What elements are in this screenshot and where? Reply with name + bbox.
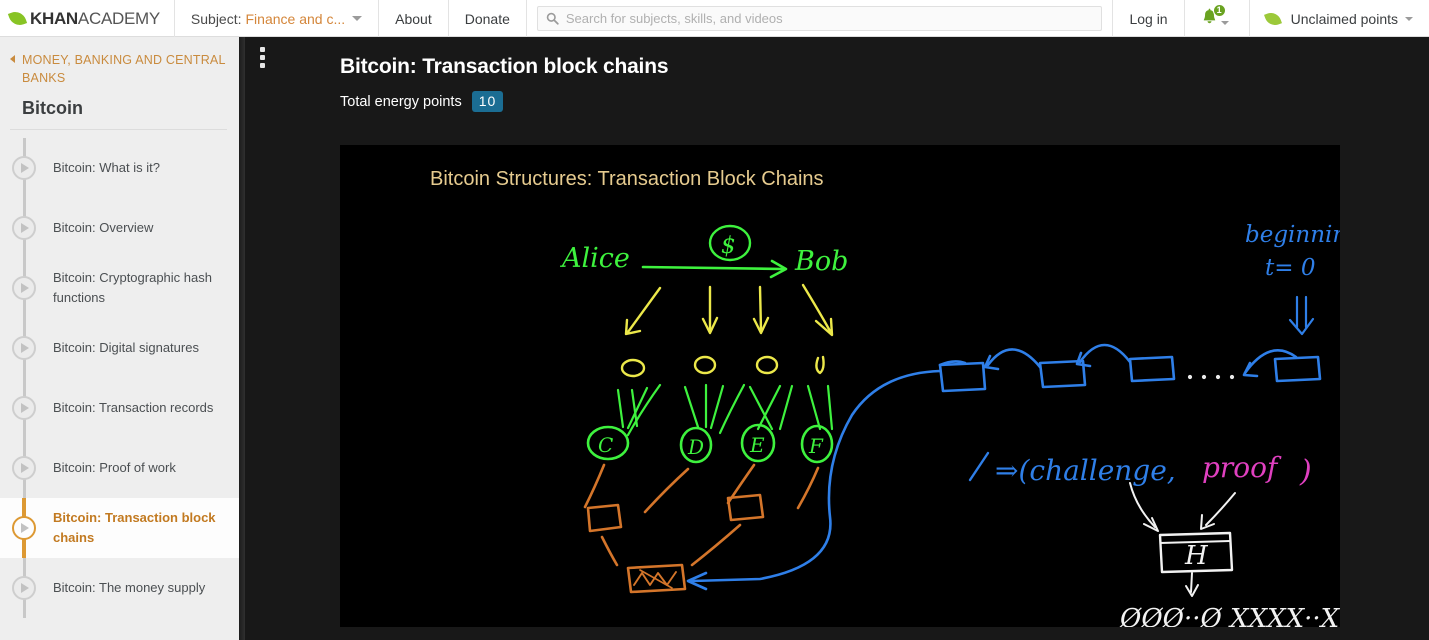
play-icon: [12, 396, 36, 421]
search-input[interactable]: [565, 11, 1094, 26]
energy-points-row: Total energy points 10: [340, 91, 1429, 112]
lesson-list: Bitcoin: What is it? Bitcoin: Overview Bit…: [0, 138, 239, 619]
label-alice: Alice: [559, 243, 630, 274]
tree-node-c: C: [598, 433, 613, 457]
course-sidebar: MONEY, BANKING AND CENTRAL BANKS Bitcoin…: [0, 37, 239, 640]
play-triangle-icon: [21, 403, 29, 414]
chevron-left-icon: [10, 55, 15, 63]
divider: [10, 129, 227, 131]
sidebar-item-0[interactable]: Bitcoin: What is it?: [0, 138, 239, 199]
content-header: Bitcoin: Transaction block chains Total …: [245, 37, 1429, 112]
unclaimed-points-label: Unclaimed points: [1290, 10, 1398, 27]
tree-node-e: E: [749, 433, 765, 457]
label-proof: proof: [1202, 451, 1282, 484]
sidebar-item-label: Bitcoin: Transaction block chains: [53, 510, 216, 546]
play-icon: [12, 516, 36, 541]
subject-dropdown[interactable]: Subject: Finance and c...: [175, 0, 380, 37]
play-icon: [12, 276, 36, 301]
about-label: About: [395, 10, 432, 27]
label-bob: Bob: [794, 246, 848, 277]
leaf-icon: [7, 8, 28, 29]
breadcrumb[interactable]: MONEY, BANKING AND CENTRAL BANKS: [10, 51, 227, 87]
video-title: Bitcoin: Transaction block chains: [340, 55, 669, 78]
donate-link[interactable]: Donate: [449, 0, 527, 37]
energy-points-label: Total energy points: [340, 93, 462, 110]
sidebar-item-label: Bitcoin: Proof of work: [53, 460, 176, 476]
sidebar-item-5[interactable]: Bitcoin: Proof of work: [0, 438, 239, 499]
label-challenge: ⇒(challenge,: [995, 454, 1176, 487]
about-link[interactable]: About: [379, 0, 449, 37]
chevron-down-icon: [1405, 16, 1413, 21]
play-triangle-icon: [21, 283, 29, 294]
label-time-zero: t= 0: [1265, 255, 1315, 281]
sidebar-item-7[interactable]: Bitcoin: The money supply: [0, 558, 239, 619]
sidebar-item-label: Bitcoin: Transaction records: [53, 400, 214, 416]
logo-text-khan: KHAN: [30, 8, 78, 28]
play-icon: [12, 576, 36, 601]
unclaimed-points-menu[interactable]: Unclaimed points: [1250, 0, 1429, 37]
play-triangle-icon: [21, 523, 29, 534]
chevron-down-icon: [352, 16, 363, 21]
kebab-menu-icon[interactable]: [260, 47, 265, 68]
play-icon: [12, 156, 36, 181]
search-box[interactable]: [536, 6, 1103, 31]
sidebar-item-6[interactable]: Bitcoin: Transaction block chains: [0, 498, 239, 559]
play-icon: [12, 216, 36, 241]
video-player[interactable]: Bitcoin Structures: Transaction Block Ch…: [340, 145, 1340, 627]
play-triangle-icon: [21, 223, 29, 234]
label-hash-output: ØØØ··Ø XXXX··X: [1119, 604, 1340, 627]
top-navigation-bar: KHAN ACADEMY Subject: Finance and c... Ab…: [0, 0, 1429, 37]
play-triangle-icon: [21, 583, 29, 594]
whiteboard-title: Bitcoin Structures: Transaction Block Ch…: [430, 168, 824, 190]
page-title: Bitcoin: [22, 98, 83, 119]
play-triangle-icon: [21, 463, 29, 474]
notification-badge: 1: [1212, 4, 1226, 17]
subject-label: Subject:: [190, 10, 242, 27]
breadcrumb-label: MONEY, BANKING AND CENTRAL BANKS: [22, 53, 226, 86]
sidebar-item-2[interactable]: Bitcoin: Cryptographic hash functions: [0, 258, 239, 319]
notifications-button[interactable]: 1: [1185, 0, 1250, 37]
khan-academy-logo[interactable]: KHAN ACADEMY: [0, 0, 175, 37]
search-container: [527, 0, 1114, 37]
sidebar-item-label: Bitcoin: Cryptographic hash functions: [53, 270, 212, 306]
sidebar-item-label: Bitcoin: What is it?: [53, 160, 160, 176]
sidebar-item-label: Bitcoin: The money supply: [53, 580, 206, 596]
play-triangle-icon: [21, 343, 29, 354]
energy-points-badge: 10: [471, 91, 504, 112]
label-dollar-sign: $: [721, 233, 736, 259]
sidebar-item-1[interactable]: Bitcoin: Overview: [0, 198, 239, 259]
play-icon: [12, 456, 36, 481]
label-hash-box: H: [1184, 541, 1209, 571]
leaf-icon: [1263, 9, 1282, 28]
subject-value: Finance and c...: [245, 10, 346, 27]
sidebar-item-4[interactable]: Bitcoin: Transaction records: [0, 378, 239, 439]
login-label: Log in: [1129, 10, 1168, 27]
donate-label: Donate: [464, 10, 510, 27]
sidebar-header: MONEY, BANKING AND CENTRAL BANKS Bitcoin: [0, 37, 239, 138]
sidebar-item-3[interactable]: Bitcoin: Digital signatures: [0, 318, 239, 379]
play-icon: [12, 336, 36, 361]
play-triangle-icon: [21, 163, 29, 174]
login-button[interactable]: Log in: [1113, 0, 1185, 37]
logo-text-academy: ACADEMY: [77, 8, 160, 28]
tree-node-d: D: [687, 435, 704, 459]
sidebar-item-label: Bitcoin: Overview: [53, 220, 154, 236]
label-beginning: beginning: [1245, 222, 1340, 248]
tree-node-f: F: [808, 434, 824, 458]
sidebar-item-label: Bitcoin: Digital signatures: [53, 340, 199, 356]
search-icon: [546, 12, 559, 25]
main-content: Bitcoin: Transaction block chains Total …: [245, 37, 1429, 640]
chevron-down-icon: [1220, 21, 1229, 25]
sidebar-edge-shadow: [239, 37, 245, 640]
label-close-paren: ): [1299, 454, 1312, 489]
whiteboard-drawing: Bitcoin Structures: Transaction Block Ch…: [340, 145, 1340, 627]
